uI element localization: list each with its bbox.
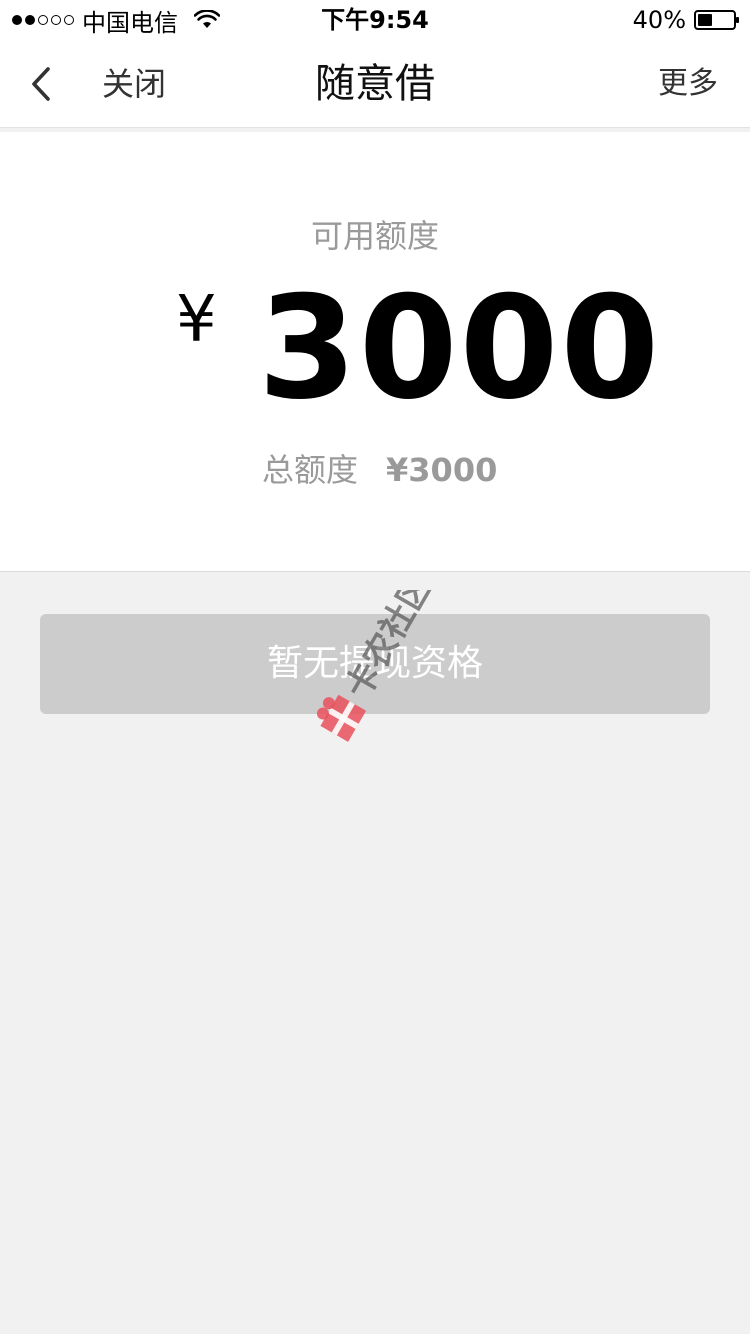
withdraw-button[interactable]: 暂无提现资格: [40, 614, 710, 714]
currency-symbol: ¥: [176, 283, 217, 357]
battery-level: [698, 14, 712, 26]
credit-panel: 可用额度 ¥ 3000 总额度 ¥3000: [0, 132, 750, 572]
status-bar: 中国电信 下午9:54 40%: [0, 0, 750, 40]
nav-bar: 关闭 随意借 更多: [0, 40, 750, 128]
more-button[interactable]: 更多: [658, 60, 718, 108]
total-credit-amount: ¥3000: [386, 451, 498, 489]
battery-icon: [694, 10, 739, 30]
available-credit-label: 可用额度: [310, 217, 439, 255]
total-credit-label: 总额度: [262, 451, 359, 489]
page-title: 随意借: [315, 61, 435, 107]
available-credit-amount: 3000: [258, 266, 662, 431]
battery-percent: 40%: [632, 6, 686, 34]
total-credit-row: 总额度 ¥3000: [262, 450, 497, 490]
status-right: 40%: [632, 6, 739, 34]
